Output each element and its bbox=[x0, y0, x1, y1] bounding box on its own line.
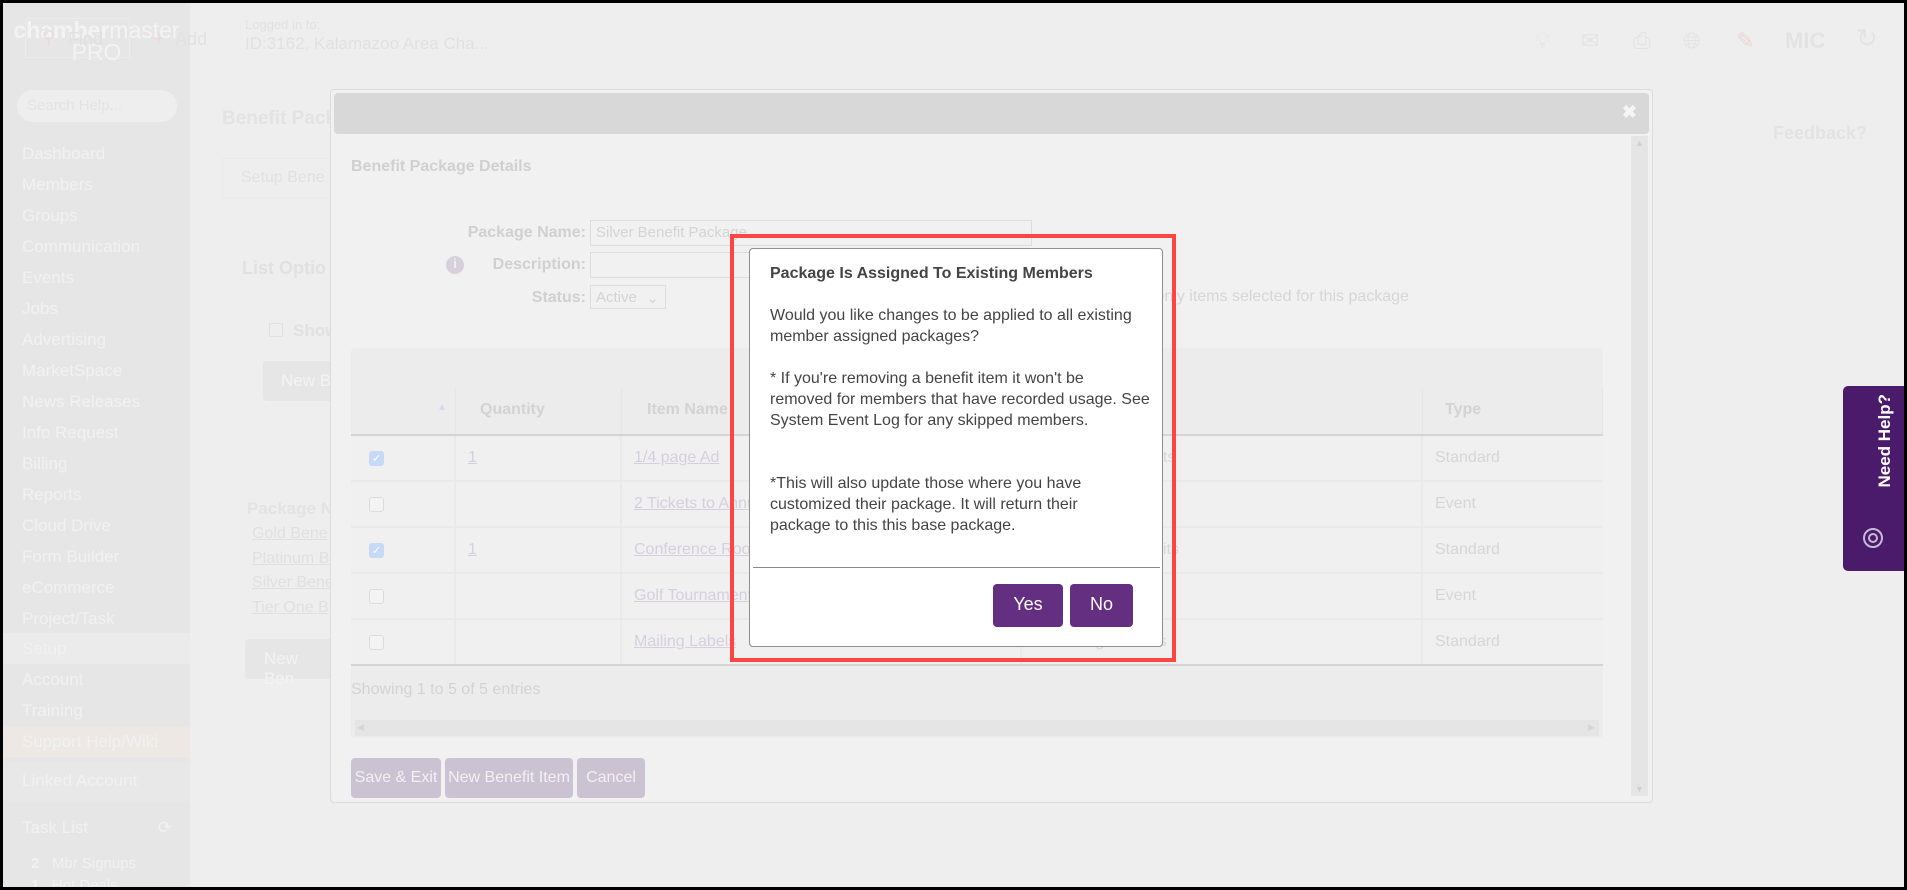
refresh-icon[interactable]: ↻ bbox=[1856, 23, 1878, 54]
confirm-dialog: Package Is Assigned To Existing Members … bbox=[749, 248, 1163, 647]
yes-button[interactable]: Yes bbox=[993, 584, 1063, 627]
select-cell bbox=[351, 482, 456, 528]
sidebar-item-events[interactable]: Events bbox=[3, 262, 190, 293]
feedback-link[interactable]: Feedback? bbox=[1773, 123, 1867, 144]
mail-icon[interactable]: ✉ bbox=[1581, 28, 1599, 54]
sidebar-item-info-request[interactable]: Info Request bbox=[3, 417, 190, 448]
mic-button[interactable]: MIC bbox=[1785, 28, 1825, 54]
status-select[interactable]: Active ⌄ bbox=[590, 285, 666, 309]
find-button[interactable]: ⚲ Find bbox=[25, 18, 130, 58]
sidebar-item-billing[interactable]: Billing bbox=[3, 448, 190, 479]
show-checkbox[interactable] bbox=[269, 323, 283, 337]
globe-icon[interactable]: 🌐︎ bbox=[1683, 28, 1701, 54]
chevron-down-icon: ⌄ bbox=[646, 290, 659, 307]
sidebar-item-communication[interactable]: Communication bbox=[3, 231, 190, 262]
package-link[interactable]: Gold Bene bbox=[252, 525, 328, 543]
sidebar-item-cloud-drive[interactable]: Cloud Drive bbox=[3, 510, 190, 541]
type-cell: Event bbox=[1435, 495, 1476, 512]
package-link[interactable]: Tier One B bbox=[252, 599, 329, 617]
cancel-button[interactable]: Cancel bbox=[577, 758, 645, 798]
dialog-message: Would you like changes to be applied to … bbox=[770, 307, 1132, 345]
sidebar-item-jobs[interactable]: Jobs bbox=[3, 293, 190, 324]
package-link[interactable]: Silver Bene bbox=[252, 574, 334, 592]
horizontal-scrollbar[interactable]: ◀ ▶ bbox=[355, 720, 1599, 736]
search-help-input[interactable]: Search Help... bbox=[17, 90, 177, 122]
sidebar-item-linked-account[interactable]: Linked Account bbox=[3, 761, 190, 801]
item-link[interactable]: Mailing Labels bbox=[634, 633, 736, 650]
column-header-type[interactable]: Type bbox=[1423, 388, 1603, 434]
account-name[interactable]: ID:3162, Kalamazoo Area Cha... bbox=[245, 34, 489, 54]
lifebuoy-icon bbox=[1863, 528, 1883, 548]
item-link[interactable]: 1/4 page Ad bbox=[634, 449, 719, 466]
type-cell: Standard bbox=[1435, 541, 1500, 558]
row-checkbox[interactable]: ✓ bbox=[369, 451, 384, 466]
quantity-cell: 1 bbox=[456, 528, 622, 574]
sort-asc-icon: ▲ bbox=[437, 402, 447, 413]
row-checkbox[interactable] bbox=[369, 635, 384, 650]
new-benefit-item-button[interactable]: New Benefit Item bbox=[445, 758, 573, 798]
task-list-heading: Task List ⟳ bbox=[22, 818, 172, 838]
dialog-note: *This will also update those where you h… bbox=[770, 475, 1082, 534]
quantity-link[interactable]: 1 bbox=[468, 541, 477, 558]
need-help-tab[interactable]: Need Help? bbox=[1843, 386, 1904, 571]
sidebar-item-marketspace[interactable]: MarketSpace bbox=[3, 355, 190, 386]
sidebar: chambermaster PRO Search Help... Dashboa… bbox=[3, 3, 190, 887]
sidebar-item-reports[interactable]: Reports bbox=[3, 479, 190, 510]
divider bbox=[753, 567, 1160, 568]
page-title: Benefit Pack bbox=[222, 108, 337, 129]
select-cell: ✓ bbox=[351, 528, 456, 574]
pencil-icon[interactable]: ✎ bbox=[1736, 28, 1754, 54]
select-cell bbox=[351, 574, 456, 620]
task-item[interactable]: 1 Hot Deals bbox=[3, 871, 190, 887]
type-cell: Standard bbox=[1435, 633, 1500, 650]
close-icon[interactable]: ✖ bbox=[1622, 102, 1637, 123]
no-button[interactable]: No bbox=[1070, 584, 1133, 627]
section-title: Benefit Package Details bbox=[351, 158, 532, 175]
sidebar-item-support-help-wiki[interactable]: Support Help/Wiki bbox=[3, 726, 190, 757]
sidebar-item-groups[interactable]: Groups bbox=[3, 200, 190, 231]
sidebar-item-project-task[interactable]: Project/Task bbox=[3, 603, 190, 634]
app-window: chambermaster PRO Search Help... Dashboa… bbox=[3, 3, 1904, 887]
dialog-title: Package Is Assigned To Existing Members bbox=[770, 265, 1093, 282]
modal-header: ✖ bbox=[334, 93, 1649, 134]
sidebar-item-news-releases[interactable]: News Releases bbox=[3, 386, 190, 417]
select-cell bbox=[351, 620, 456, 666]
refresh-icon[interactable]: ⟳ bbox=[158, 818, 172, 838]
sidebar-item-advertising[interactable]: Advertising bbox=[3, 324, 190, 355]
modal-scrollbar[interactable]: ▲ ▼ bbox=[1631, 136, 1648, 796]
row-checkbox[interactable] bbox=[369, 589, 384, 604]
quantity-link[interactable]: 1 bbox=[468, 449, 477, 466]
quantity-cell: 1 bbox=[456, 436, 622, 482]
sidebar-item-setup[interactable]: Setup bbox=[3, 633, 190, 664]
lightbulb-icon[interactable]: 💡︎ bbox=[1535, 28, 1550, 54]
sidebar-item-ecommerce[interactable]: eCommerce bbox=[3, 572, 190, 603]
select-column-header[interactable]: ▲ bbox=[351, 388, 456, 434]
plus-icon: + bbox=[153, 28, 165, 50]
sidebar-item-training[interactable]: Training bbox=[3, 695, 190, 726]
quantity-cell bbox=[456, 574, 622, 620]
row-checkbox[interactable] bbox=[369, 497, 384, 512]
table-info: Showing 1 to 5 of 5 entries bbox=[351, 681, 541, 698]
quantity-cell bbox=[456, 482, 622, 528]
type-cell: Standard bbox=[1435, 449, 1500, 466]
sidebar-item-account[interactable]: Account bbox=[3, 664, 190, 695]
type-cell: Event bbox=[1435, 587, 1476, 604]
quantity-cell bbox=[456, 620, 622, 666]
row-checkbox[interactable]: ✓ bbox=[369, 543, 384, 558]
column-header-quantity[interactable]: Quantity bbox=[456, 388, 622, 434]
save-exit-button[interactable]: Save & Exit bbox=[351, 758, 441, 798]
select-cell: ✓ bbox=[351, 436, 456, 482]
print-icon[interactable]: ⎙ bbox=[1633, 28, 1651, 54]
sidebar-item-dashboard[interactable]: Dashboard bbox=[3, 138, 190, 169]
sidebar-item-members[interactable]: Members bbox=[3, 169, 190, 200]
package-link[interactable]: Platinum B bbox=[252, 550, 329, 568]
dialog-note: * If you're removing a benefit item it w… bbox=[770, 370, 1150, 429]
search-icon: ⚲ bbox=[42, 27, 56, 47]
add-button[interactable]: + Add bbox=[153, 28, 207, 51]
sidebar-item-form-builder[interactable]: Form Builder bbox=[3, 541, 190, 572]
